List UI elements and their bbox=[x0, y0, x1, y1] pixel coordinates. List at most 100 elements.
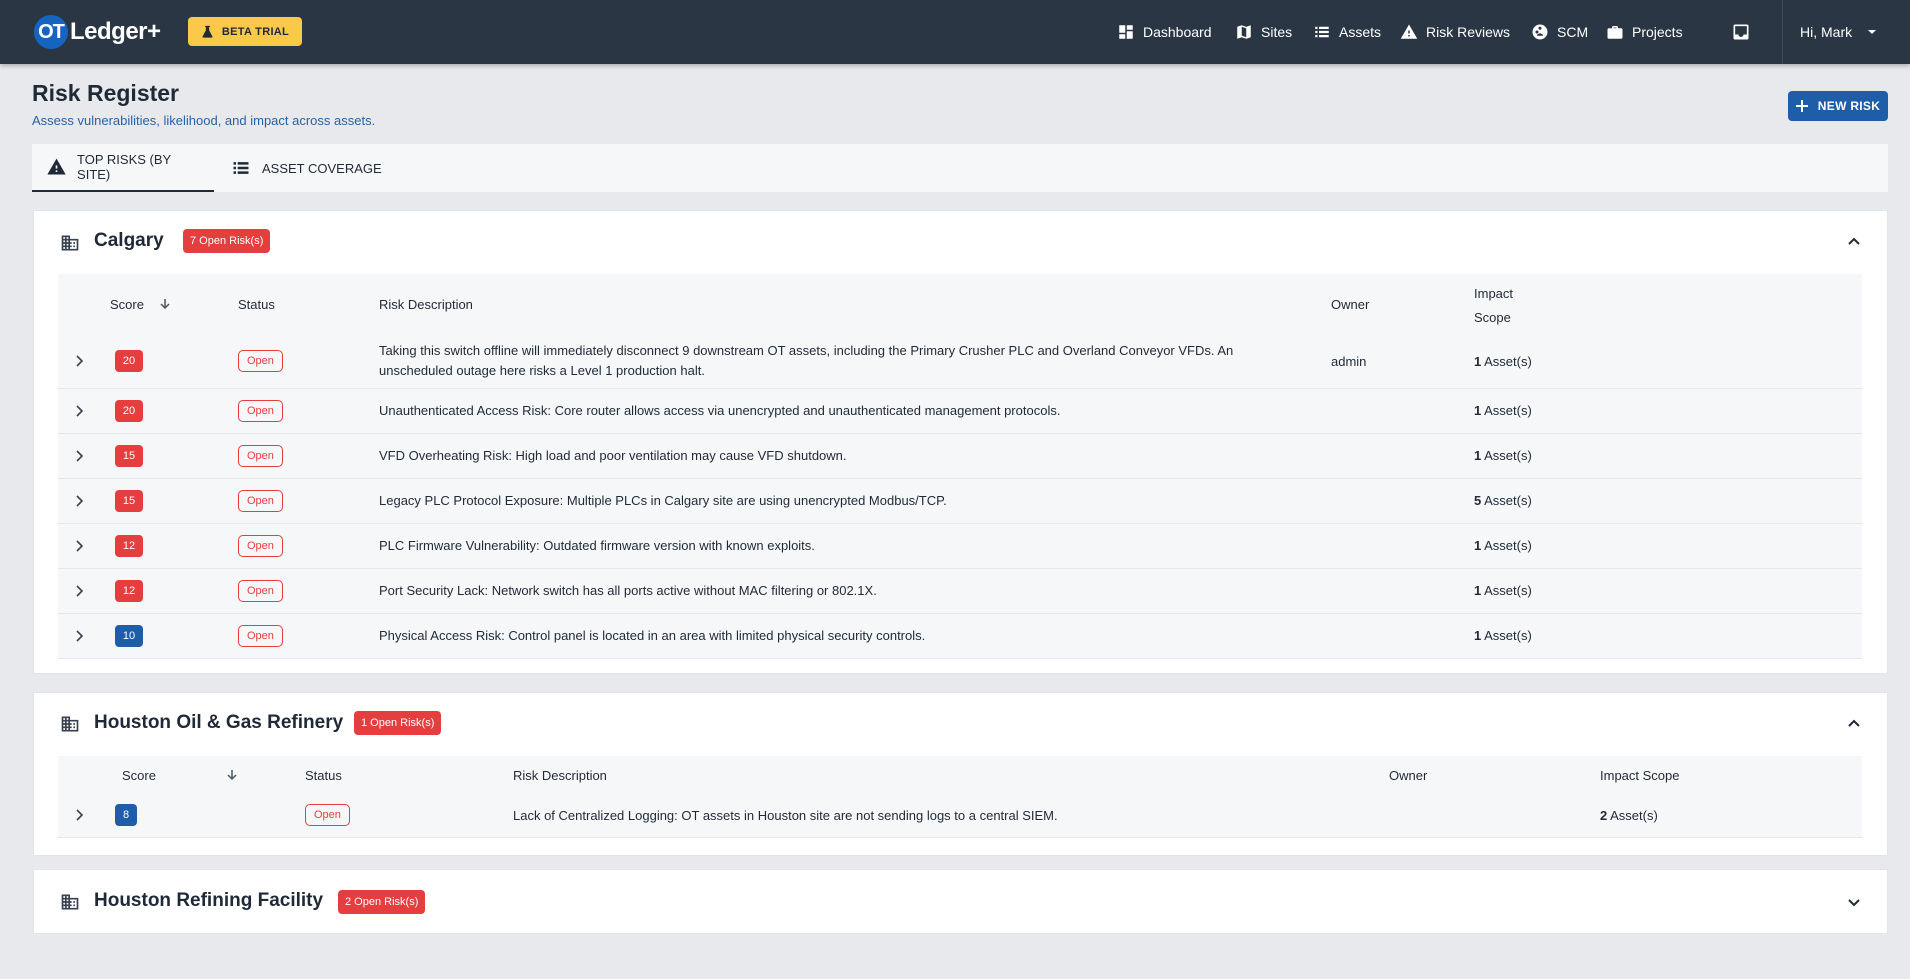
chevron-right-icon[interactable] bbox=[72, 494, 86, 508]
map-icon bbox=[1237, 25, 1251, 39]
impact-scope: 1 Asset(s) bbox=[1474, 433, 1862, 479]
chevron-right-icon[interactable] bbox=[72, 629, 86, 643]
asset-count: 1 bbox=[1474, 403, 1482, 418]
table-header-row: Score Status Risk Description Owner Impa… bbox=[58, 274, 1862, 335]
table-row[interactable]: 12 Open Port Security Lack: Network swit… bbox=[58, 568, 1862, 614]
chevron-right-icon[interactable] bbox=[72, 808, 86, 822]
impact-scope: 1 Asset(s) bbox=[1474, 568, 1862, 614]
beta-trial-badge: BETA TRIAL bbox=[188, 17, 302, 46]
open-risks-badge: 7 Open Risk(s) bbox=[183, 229, 271, 253]
score-header-label: Score bbox=[110, 297, 144, 312]
risk-table: Score Status Risk Description Owner Impa… bbox=[58, 274, 1862, 659]
asset-label: Asset(s) bbox=[1484, 353, 1532, 369]
risk-owner: admin bbox=[1331, 335, 1474, 389]
page-title: Risk Register bbox=[32, 80, 180, 106]
chevron-right-icon[interactable] bbox=[72, 404, 86, 418]
inbox-icon[interactable] bbox=[1731, 22, 1751, 42]
risk-description: PLC Firmware Vulnerability: Outdated fir… bbox=[379, 523, 1331, 569]
sort-header[interactable] bbox=[222, 756, 305, 794]
expand-header bbox=[58, 756, 108, 794]
status-badge: Open bbox=[238, 489, 283, 512]
asset-count: 1 bbox=[1474, 628, 1482, 643]
chevron-right-icon[interactable] bbox=[72, 354, 86, 368]
table-row[interactable]: 8 Open Lack of Centralized Logging: OT a… bbox=[58, 794, 1862, 838]
risk-description: Lack of Centralized Logging: OT assets i… bbox=[513, 794, 1389, 838]
chevron-right-icon[interactable] bbox=[72, 539, 86, 553]
scm-icon bbox=[1532, 24, 1548, 40]
user-menu[interactable]: Hi, Mark bbox=[1800, 0, 1878, 64]
site-card-houston-oil-gas: Houston Oil & Gas Refinery 1 Open Risk(s… bbox=[33, 692, 1888, 856]
chevron-down-icon[interactable] bbox=[1847, 896, 1861, 910]
impact-header: Impact Scope bbox=[1474, 274, 1862, 335]
logo-mark: OT bbox=[34, 15, 68, 49]
tab-top-risks[interactable]: TOP RISKS (BY SITE) bbox=[32, 144, 214, 192]
table-row[interactable]: 20 Open Unauthenticated Access Risk: Cor… bbox=[58, 388, 1862, 434]
site-name: Houston Refining Facility bbox=[94, 890, 324, 911]
table-header-row: Score Status Risk Description Owner Impa… bbox=[58, 756, 1862, 794]
beta-label: BETA TRIAL bbox=[221, 25, 290, 38]
risk-owner bbox=[1389, 794, 1600, 838]
asset-count: 2 bbox=[1600, 807, 1608, 823]
tab-asset-coverage[interactable]: ASSET COVERAGE bbox=[214, 144, 394, 192]
chevron-up-icon[interactable] bbox=[1847, 716, 1861, 730]
chevron-right-icon[interactable] bbox=[72, 584, 86, 598]
asset-label: Asset(s) bbox=[1484, 538, 1532, 553]
risk-owner bbox=[1331, 523, 1474, 569]
app-logo[interactable]: OT Ledger+ bbox=[34, 14, 161, 50]
asset-count: 1 bbox=[1474, 353, 1482, 369]
nav-divider bbox=[1782, 0, 1783, 64]
flask-icon bbox=[202, 25, 213, 38]
impact-scope: 1 Asset(s) bbox=[1474, 335, 1862, 389]
chevron-up-icon[interactable] bbox=[1847, 234, 1861, 248]
risk-description: Unauthenticated Access Risk: Core router… bbox=[379, 388, 1331, 434]
risk-owner bbox=[1331, 568, 1474, 614]
plus-icon bbox=[1795, 100, 1808, 112]
asset-label: Asset(s) bbox=[1484, 583, 1532, 598]
risk-owner bbox=[1331, 478, 1474, 524]
table-row[interactable]: 20 Open Taking this switch offline will … bbox=[58, 335, 1862, 389]
new-risk-button[interactable]: NEW RISK bbox=[1788, 91, 1888, 121]
open-risks-badge: 1 Open Risk(s) bbox=[354, 711, 442, 735]
nav-label: Sites bbox=[1261, 24, 1293, 40]
risk-description: Port Security Lack: Network switch has a… bbox=[379, 568, 1331, 614]
table-row[interactable]: 15 Open VFD Overheating Risk: High load … bbox=[58, 433, 1862, 479]
tab-label: ASSET COVERAGE bbox=[262, 160, 382, 176]
status-badge: Open bbox=[238, 579, 283, 602]
risk-owner bbox=[1331, 433, 1474, 479]
score-header[interactable]: Score bbox=[108, 274, 238, 335]
owner-header: Owner bbox=[1389, 767, 1428, 783]
site-name: Houston Oil & Gas Refinery bbox=[94, 712, 344, 733]
table-row[interactable]: 15 Open Legacy PLC Protocol Exposure: Mu… bbox=[58, 478, 1862, 524]
open-risks-badge: 2 Open Risk(s) bbox=[338, 890, 426, 914]
nav-risk-reviews[interactable]: Risk Reviews bbox=[1400, 0, 1510, 64]
impact-header-line2: Scope bbox=[1474, 309, 1511, 325]
caret-down-icon bbox=[1868, 30, 1877, 34]
asset-label: Asset(s) bbox=[1484, 448, 1532, 463]
site-card-houston-refining[interactable]: Houston Refining Facility 2 Open Risk(s) bbox=[33, 869, 1888, 934]
nav-projects[interactable]: Projects bbox=[1606, 0, 1683, 64]
score-header[interactable]: Score bbox=[108, 756, 222, 794]
nav-sites[interactable]: Sites bbox=[1235, 0, 1292, 64]
nav-dashboard[interactable]: Dashboard bbox=[1117, 0, 1212, 64]
score-badge: 8 bbox=[115, 804, 137, 827]
table-row[interactable]: 12 Open PLC Firmware Vulnerability: Outd… bbox=[58, 523, 1862, 569]
status-badge: Open bbox=[238, 399, 283, 422]
status-badge: Open bbox=[238, 444, 283, 467]
impact-scope: 2 Asset(s) bbox=[1600, 794, 1862, 838]
nav-scm[interactable]: SCM bbox=[1531, 0, 1588, 64]
status-header: Status bbox=[238, 297, 275, 312]
status-badge: Open bbox=[238, 534, 283, 557]
arrow-down-icon[interactable] bbox=[158, 297, 172, 311]
asset-label: Asset(s) bbox=[1484, 493, 1532, 508]
description-header: Risk Description bbox=[513, 767, 607, 783]
score-badge: 12 bbox=[115, 534, 143, 557]
table-row[interactable]: 10 Open Physical Access Risk: Control pa… bbox=[58, 613, 1862, 659]
logo-text: Ledger+ bbox=[70, 18, 161, 45]
risk-description: Taking this switch offline will immediat… bbox=[379, 335, 1331, 389]
nav-assets[interactable]: Assets bbox=[1313, 0, 1381, 64]
page-subtitle: Assess vulnerabilities, likelihood, and … bbox=[32, 113, 376, 128]
chevron-right-icon[interactable] bbox=[72, 449, 86, 463]
risk-description: Physical Access Risk: Control panel is l… bbox=[379, 613, 1331, 659]
nav-label: Risk Reviews bbox=[1426, 24, 1511, 40]
arrow-down-icon[interactable] bbox=[225, 768, 239, 782]
